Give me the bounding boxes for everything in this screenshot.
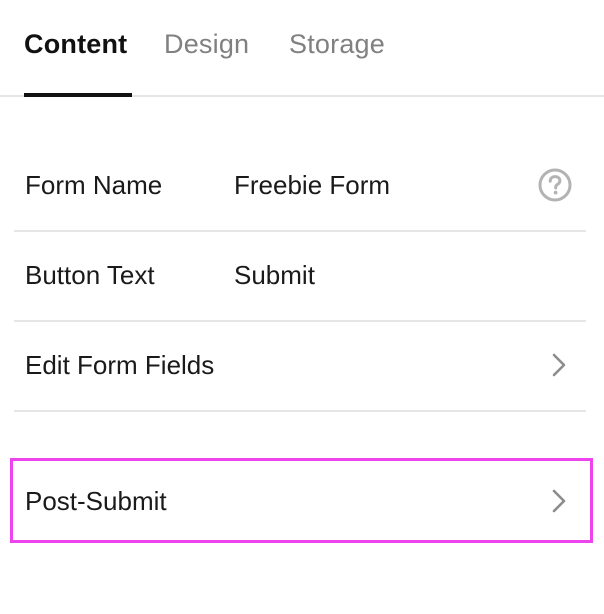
edit-form-fields-row[interactable]: Edit Form Fields [14, 322, 586, 412]
form-name-row[interactable]: Form Name Freebie Form [14, 142, 586, 232]
tab-content[interactable]: Content [24, 26, 127, 62]
form-name-label: Form Name [25, 170, 163, 200]
chevron-right-icon [550, 488, 568, 514]
chevron-right-icon [550, 352, 568, 378]
button-text-label: Button Text [25, 260, 155, 290]
tab-design[interactable]: Design [164, 26, 249, 62]
button-text-value[interactable]: Submit [234, 258, 315, 292]
post-submit-label: Post-Submit [25, 486, 167, 516]
help-icon[interactable] [538, 168, 572, 202]
tab-storage[interactable]: Storage [289, 26, 385, 62]
active-tab-indicator [24, 93, 132, 97]
button-text-row[interactable]: Button Text Submit [14, 232, 586, 322]
edit-form-fields-label: Edit Form Fields [25, 350, 215, 380]
form-name-value[interactable]: Freebie Form [234, 168, 390, 202]
post-submit-row[interactable]: Post-Submit [10, 458, 593, 543]
tab-bar: Content Design Storage [0, 0, 604, 97]
